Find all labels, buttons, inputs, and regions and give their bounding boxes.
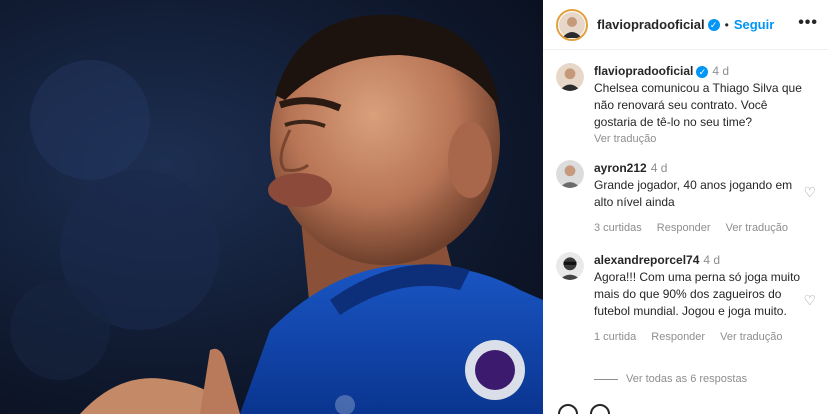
commenter-username[interactable]: alexandreporcel74	[594, 253, 699, 267]
likes-count[interactable]: 3 curtidas	[594, 222, 642, 234]
caption-age: 4 d	[712, 64, 730, 78]
comment-item: ayron212 4 d Grande jogador, 40 anos joga…	[556, 160, 818, 240]
caption: flaviopradooficial ✓ 4 d Chelsea comunicou…	[556, 63, 818, 145]
comment-actions: 3 curtidas Responder Ver tradução	[594, 220, 806, 237]
verified-badge-icon: ✓	[707, 18, 720, 31]
heart-icon[interactable]: ♡	[803, 184, 816, 201]
comment-actions: 1 curtida Responder Ver tradução	[594, 329, 806, 346]
comment-age: 4 d	[703, 253, 721, 267]
separator-dot: •	[724, 17, 729, 32]
comment-text: Agora!!! Com uma perna só joga muito mai…	[594, 270, 801, 318]
comment-age: 4 d	[650, 161, 668, 175]
replies-divider-line	[594, 378, 618, 380]
comment-text: Grande jogador, 40 anos jogando em alto …	[594, 178, 793, 209]
post-photo	[0, 0, 543, 414]
post-header: flaviopradooficial ✓ • Seguir •••	[543, 0, 828, 50]
follow-button[interactable]: Seguir	[734, 17, 774, 32]
translate-link[interactable]: Ver tradução	[726, 222, 788, 234]
author-username[interactable]: flaviopradooficial	[597, 17, 705, 32]
post-actions-bar	[558, 404, 610, 414]
verified-badge-icon: ✓	[696, 66, 709, 78]
commenter-avatar[interactable]	[556, 160, 584, 188]
player-photo-illustration	[10, 14, 543, 414]
view-replies-label: Ver todas as 6 respostas	[626, 373, 748, 385]
comment-post-icon[interactable]	[590, 404, 610, 414]
heart-icon[interactable]: ♡	[803, 292, 816, 309]
author-avatar[interactable]	[556, 8, 588, 41]
caption-avatar[interactable]	[556, 63, 584, 91]
likes-count[interactable]: 1 curtida	[594, 331, 636, 343]
reply-button[interactable]: Responder	[651, 331, 705, 343]
view-replies-button[interactable]: Ver todas as 6 respostas	[594, 373, 747, 385]
like-post-icon[interactable]	[558, 404, 578, 414]
commenter-username[interactable]: ayron212	[594, 161, 647, 175]
comments-panel: flaviopradooficial ✓ • Seguir ••• flavio…	[543, 0, 828, 414]
more-options-icon[interactable]: •••	[798, 14, 818, 32]
caption-text: Chelsea comunicou a Thiago Silva que não…	[594, 81, 802, 129]
translate-link[interactable]: Ver tradução	[594, 133, 656, 145]
comment-item: alexandreporcel74 4 d Agora!!! Com uma pe…	[556, 252, 818, 362]
caption-translate: Ver tradução	[594, 131, 806, 148]
reply-button[interactable]: Responder	[657, 222, 711, 234]
caption-username[interactable]: flaviopradooficial	[594, 64, 693, 78]
translate-link[interactable]: Ver tradução	[720, 331, 782, 343]
commenter-avatar[interactable]	[556, 252, 584, 280]
